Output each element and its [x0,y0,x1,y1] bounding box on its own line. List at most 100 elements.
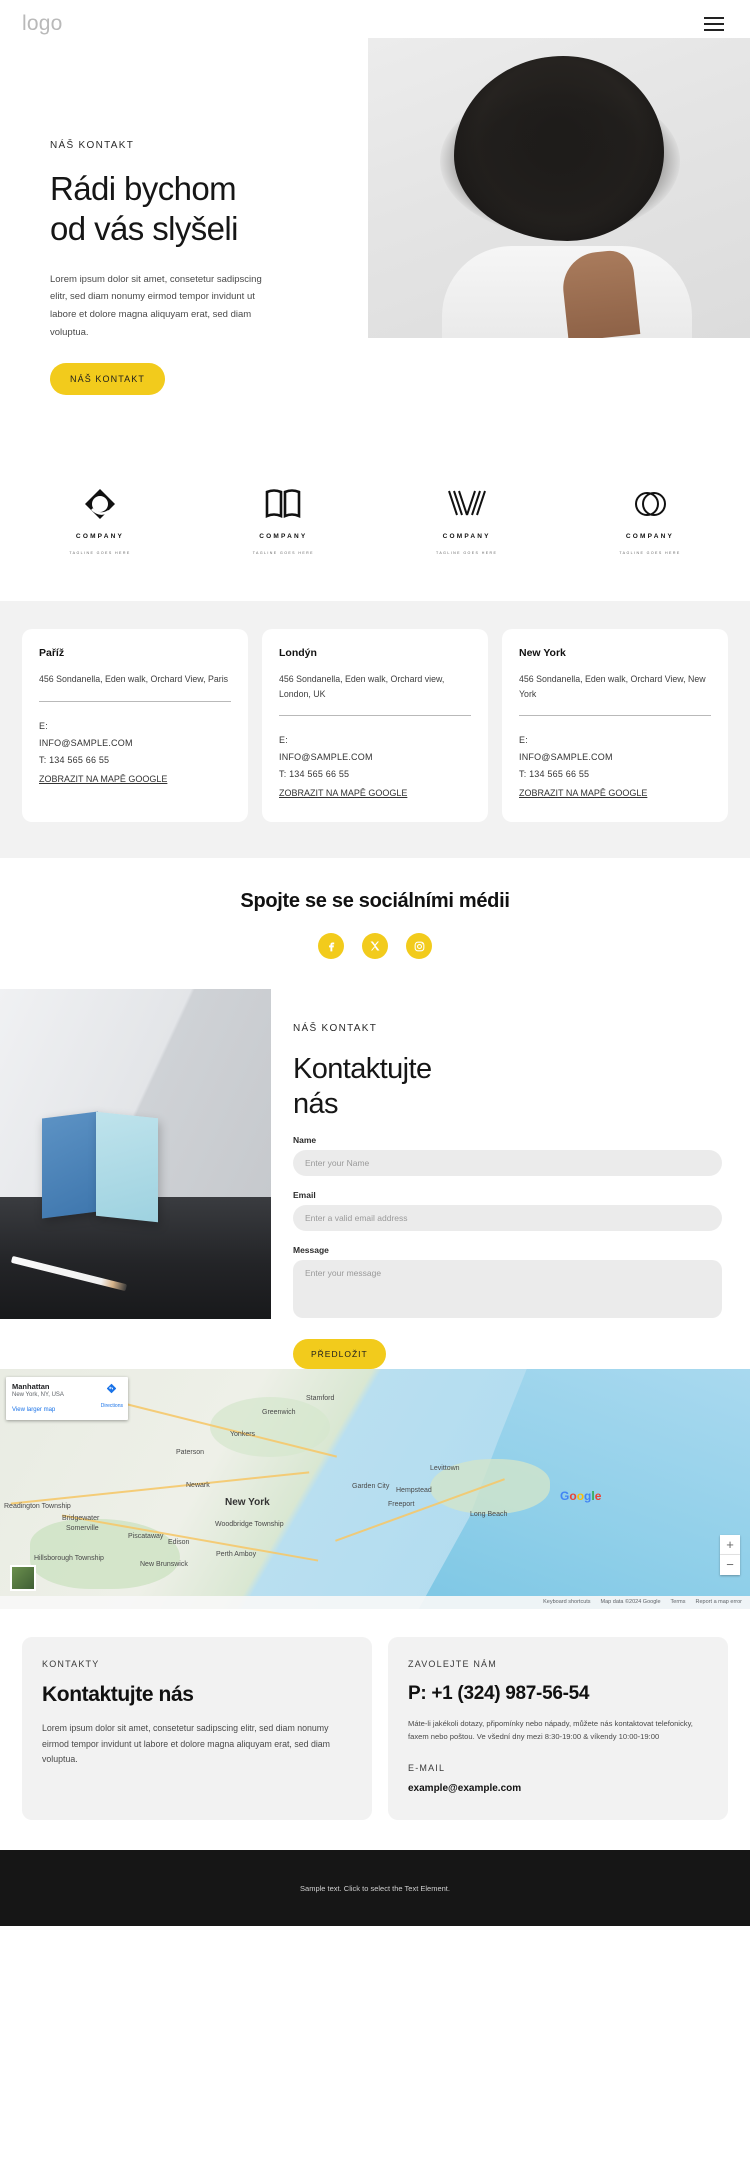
instagram-icon[interactable] [406,933,432,960]
email-input[interactable] [293,1204,722,1231]
social-icons-row [0,933,750,960]
divider [279,715,471,716]
partner-logos-row: COMPANY TAGLINE GOES HERE COMPANY TAGLIN… [0,468,750,601]
location-address: 456 Sondanella, Eden walk, Orchard View,… [519,674,706,699]
map-label-long-beach: Long Beach [470,1510,508,1518]
location-address: 456 Sondanella, Eden walk, Orchard View,… [39,674,229,684]
map-label-garden-city: Garden City [352,1482,390,1490]
locations-row: Paříž 456 Sondanella, Eden walk, Orchard… [22,629,728,823]
name-field-group: Name [293,1135,722,1176]
location-map-link[interactable]: ZOBRAZIT NA MAPĚ GOOGLE [39,771,167,788]
partner-logo[interactable]: COMPANY TAGLINE GOES HERE [52,484,148,555]
social-section: Spojte se se sociálními médii [0,858,750,990]
portrait-illustration [368,38,750,338]
bottom-phone-number[interactable]: P: +1 (324) 987-56-54 [408,1683,708,1705]
location-city: Londýn [279,647,317,659]
partner-logo-tagline: TAGLINE GOES HERE [619,551,681,555]
bottom-left-title: Kontaktujte nás [42,1682,194,1706]
map-zoom-controls: + − [720,1534,740,1575]
map-label-hempstead: Hempstead [396,1486,432,1494]
map-label-stamford: Stamford [306,1394,335,1402]
facebook-icon[interactable] [318,933,344,960]
email-label: Email [293,1189,316,1200]
message-label: Message [293,1244,329,1255]
map-zoom-in-button[interactable]: + [720,1534,740,1555]
partner-logo[interactable]: COMPANY TAGLINE GOES HERE [602,484,698,555]
location-email-label: E: [39,720,48,731]
hero-text-block: NÁŠ KONTAKT Rádi bychom od vás slyšeli L… [50,140,350,396]
location-city: New York [519,647,566,659]
contact-form-eyebrow: NÁŠ KONTAKT [293,1023,378,1035]
map-label-woodbridge: Woodbridge Township [215,1520,284,1528]
site-logo[interactable]: logo [22,12,63,36]
location-map-link[interactable]: ZOBRAZIT NA MAPĚ GOOGLE [519,785,647,802]
map-terms-link[interactable]: Terms [671,1599,686,1605]
photo-blue-card [42,1111,98,1219]
hero-title-line2: od vás slyšeli [50,209,238,247]
map-keyboard-shortcuts[interactable]: Keyboard shortcuts [543,1599,590,1605]
bottom-call-us-card: ZAVOLEJTE NÁM P: +1 (324) 987-56-54 Máte… [388,1636,728,1821]
map-label-piscataway: Piscataway [128,1532,164,1540]
partner-logo-name: COMPANY [75,533,125,540]
map-satellite-thumbnail[interactable] [10,1564,36,1591]
location-email-label: E: [519,735,528,745]
name-label: Name [293,1134,317,1145]
x-twitter-icon[interactable] [362,933,388,960]
directions-icon [107,1383,117,1393]
bottom-right-note: Máte-li jakékoli dotazy, připomínky nebo… [408,1718,693,1742]
view-larger-map-link[interactable]: View larger map [12,1407,55,1413]
burger-line [704,29,724,31]
hero-portrait-image [368,38,750,338]
map-info-card[interactable]: Manhattan New York, NY, USA View larger … [6,1376,128,1420]
map-green-area [210,1396,330,1457]
partner-logo-name: COMPANY [625,533,675,540]
location-address: 456 Sondanella, Eden walk, Orchard view,… [279,674,445,699]
contact-form-section: NÁŠ KONTAKT Kontaktujte nás Name Email M… [0,989,750,1369]
bottom-email-label: E-MAIL [408,1763,446,1774]
map-zoom-out-button[interactable]: − [720,1554,740,1575]
hero-paragraph: Lorem ipsum dolor sit amet, consetetur s… [50,273,262,338]
location-phone[interactable]: T: 134 565 66 55 [39,752,231,769]
map-label-yonkers: Yonkers [230,1430,256,1438]
partner-logo[interactable]: COMPANY TAGLINE GOES HERE [235,484,331,555]
map-label-perth-amboy: Perth Amboy [216,1550,257,1558]
location-email-label: E: [279,735,288,745]
contact-form-title-line2: nás [293,1087,339,1120]
bottom-contact-section: KONTAKTY Kontaktujte nás Lorem ipsum dol… [0,1608,750,1851]
contact-form-column: NÁŠ KONTAKT Kontaktujte nás Name Email M… [271,989,750,1369]
location-city: Paříž [39,647,65,659]
photo-light-card [96,1112,158,1223]
hero-cta-button[interactable]: NÁŠ KONTAKT [50,363,165,396]
map-label-levittown: Levittown [430,1464,460,1472]
map-data-attribution: Map data ©2024 Google [600,1599,661,1606]
map-label-new-brunswick: New Brunswick [140,1560,188,1568]
google-watermark: Google [560,1488,602,1503]
name-input[interactable] [293,1149,722,1176]
partner-logo[interactable]: COMPANY TAGLINE GOES HERE [419,484,515,555]
location-map-link[interactable]: ZOBRAZIT NA MAPĚ GOOGLE [279,785,407,802]
location-email[interactable]: INFO@SAMPLE.COM [279,749,471,766]
map-footer-bar: Keyboard shortcuts Map data ©2024 Google… [0,1595,750,1609]
location-card-paris: Paříž 456 Sondanella, Eden walk, Orchard… [22,629,248,823]
message-textarea[interactable] [293,1259,722,1318]
bottom-email-value[interactable]: example@example.com [408,1783,708,1794]
bottom-right-eyebrow: ZAVOLEJTE NÁM [408,1658,497,1669]
map-label-somerville: Somerville [66,1524,99,1532]
directions-button[interactable]: Directions [101,1383,123,1412]
partner-logo-name: COMPANY [259,533,308,540]
ring-logo-icon [83,484,117,524]
divider [519,715,711,716]
hamburger-menu-icon[interactable] [700,13,728,35]
bottom-contacts-card: KONTAKTY Kontaktujte nás Lorem ipsum dol… [22,1636,372,1821]
google-map[interactable]: New York Newark Yonkers Edison Perth Amb… [0,1368,750,1609]
partner-logo-tagline: TAGLINE GOES HERE [69,551,131,555]
location-email[interactable]: INFO@SAMPLE.COM [519,749,711,766]
location-email[interactable]: INFO@SAMPLE.COM [39,735,231,752]
locations-section: Paříž 456 Sondanella, Eden walk, Orchard… [0,601,750,859]
location-phone[interactable]: T: 134 565 66 55 [279,766,471,783]
map-report-error-link[interactable]: Report a map error [696,1599,742,1605]
location-phone[interactable]: T: 134 565 66 55 [519,766,711,783]
message-field-group: Message [293,1245,722,1323]
burger-line [704,17,724,19]
submit-button[interactable]: PŘEDLOŽIT [293,1338,386,1369]
